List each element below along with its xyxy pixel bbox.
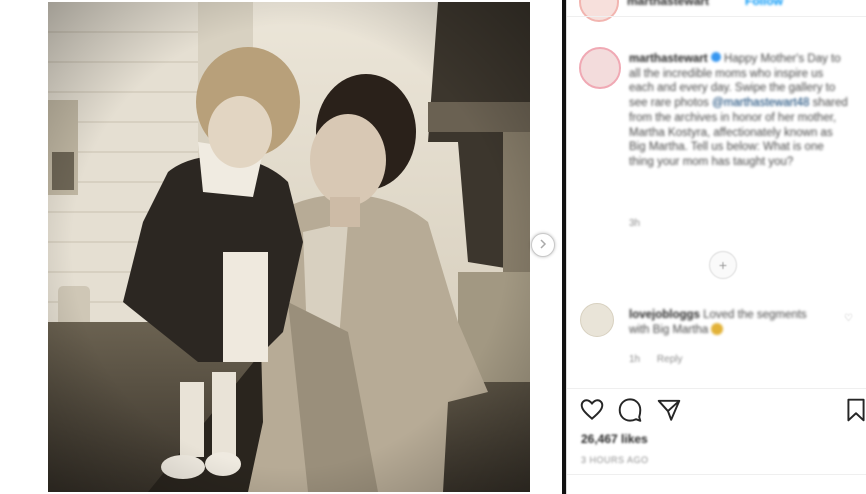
follow-button[interactable]: Follow [745,0,783,8]
comment-bubble-icon [617,398,643,427]
next-image-button[interactable] [531,233,555,257]
caption-username[interactable]: marthastewart [629,53,708,65]
caption-avatar[interactable] [579,47,621,89]
post-media-pane [0,0,562,494]
post-date: 3 HOURS AGO [581,455,649,465]
paper-plane-icon [656,399,682,427]
like-button[interactable] [579,397,607,425]
comment: lovejobloggs Loved the segments with Big… [629,308,829,337]
comment-time: 1h [629,354,641,365]
caption-mention[interactable]: @marthastewart48 [712,97,809,109]
post-caption: marthastewart Happy Mother's Day to all … [629,52,851,170]
heart-icon [579,399,605,427]
header-avatar[interactable] [579,0,619,22]
chevron-right-icon [538,236,548,254]
save-button[interactable] [843,397,866,425]
actions-divider [567,388,866,389]
caption-timestamp: 3h [629,218,641,229]
plus-circle-icon: + [718,257,728,273]
comment-like-heart-icon[interactable]: ♡ [844,313,853,324]
header-username[interactable]: marthastewart [627,0,709,8]
header-divider [567,16,866,17]
bookmark-icon [843,398,866,427]
likes-count[interactable]: 26,467 likes [581,432,648,446]
share-button[interactable] [656,397,684,425]
comment-meta: 1h Reply [629,354,696,365]
comment-username[interactable]: lovejobloggs [629,309,700,321]
post-photo[interactable] [48,2,530,492]
emoji-icon [711,322,724,335]
post-side-panel: marthastewart Follow marthastewart Happy… [566,0,866,494]
load-more-comments-button[interactable]: + [709,251,737,279]
comment-button[interactable] [617,397,645,425]
bottom-divider [567,474,866,475]
verified-badge-icon [710,52,721,65]
comment-avatar[interactable] [580,303,614,337]
comment-reply-button[interactable]: Reply [657,354,683,365]
